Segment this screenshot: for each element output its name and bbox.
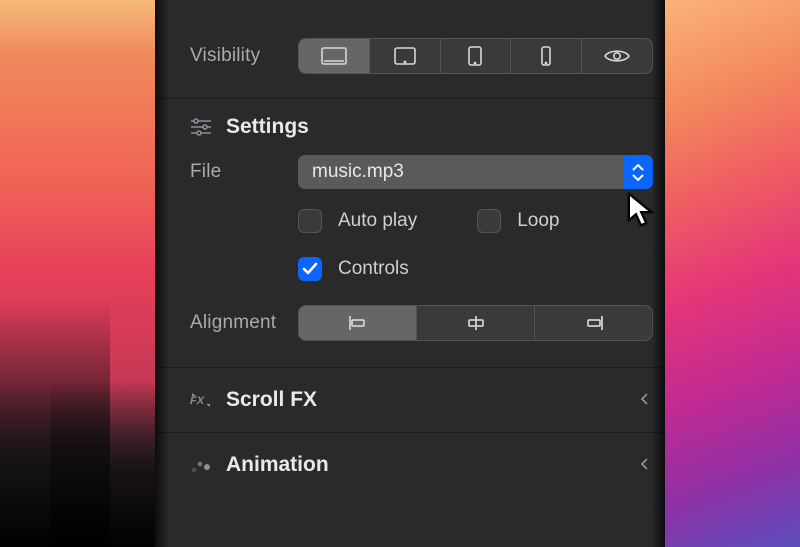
visibility-tablet-landscape[interactable] bbox=[370, 39, 441, 73]
visibility-preview[interactable] bbox=[582, 39, 652, 73]
align-right[interactable] bbox=[535, 306, 652, 340]
file-dropdown[interactable]: music.mp3 bbox=[298, 155, 653, 189]
file-row: File music.mp3 bbox=[155, 151, 665, 189]
tablet-portrait-icon bbox=[466, 46, 484, 66]
autoplay-row: Auto play Loop bbox=[298, 209, 665, 233]
phone-icon bbox=[539, 46, 553, 66]
visibility-phone[interactable] bbox=[511, 39, 582, 73]
visibility-label: Visibility bbox=[190, 45, 298, 67]
loop-label: Loop bbox=[517, 210, 559, 232]
autoplay-checkbox[interactable] bbox=[298, 209, 322, 233]
align-left-icon bbox=[347, 315, 369, 331]
align-left[interactable] bbox=[299, 306, 417, 340]
check-icon bbox=[302, 262, 318, 276]
visibility-tablet-portrait[interactable] bbox=[441, 39, 512, 73]
eye-icon bbox=[604, 48, 630, 64]
controls-label: Controls bbox=[338, 258, 409, 280]
file-label: File bbox=[190, 161, 298, 183]
inspector-panel: Visibility bbox=[155, 0, 665, 547]
scrollfx-section-header[interactable]: FX Scroll FX bbox=[155, 368, 665, 432]
alignment-label: Alignment bbox=[190, 312, 298, 334]
alignment-segment bbox=[298, 305, 653, 341]
playback-options: Auto play Loop Controls bbox=[155, 209, 665, 281]
align-right-icon bbox=[583, 315, 605, 331]
file-dropdown-value: music.mp3 bbox=[298, 161, 623, 183]
autoplay-label: Auto play bbox=[338, 210, 417, 232]
visibility-row: Visibility bbox=[155, 0, 665, 98]
tablet-landscape-icon bbox=[393, 47, 417, 65]
collapse-left-icon[interactable] bbox=[639, 453, 649, 477]
desktop-wallpaper bbox=[665, 0, 800, 547]
animation-section-header[interactable]: Animation bbox=[155, 433, 665, 497]
animation-icon bbox=[190, 454, 212, 476]
settings-title: Settings bbox=[226, 115, 309, 139]
svg-text:FX: FX bbox=[190, 395, 205, 407]
settings-section-header[interactable]: Settings bbox=[155, 99, 665, 151]
scrollfx-title: Scroll FX bbox=[226, 388, 317, 412]
canvas-silhouette bbox=[50, 380, 170, 547]
canvas-background-left bbox=[0, 0, 155, 547]
chevron-up-icon bbox=[632, 164, 644, 172]
chevron-down-icon bbox=[632, 173, 644, 181]
align-center[interactable] bbox=[417, 306, 535, 340]
sliders-icon bbox=[190, 116, 212, 138]
scrollfx-icon: FX bbox=[190, 389, 212, 411]
dropdown-stepper[interactable] bbox=[623, 155, 653, 189]
animation-title: Animation bbox=[226, 453, 329, 477]
align-center-icon bbox=[465, 315, 487, 331]
loop-checkbox[interactable] bbox=[477, 209, 501, 233]
controls-checkbox[interactable] bbox=[298, 257, 322, 281]
collapse-left-icon[interactable] bbox=[639, 388, 649, 412]
desktop-icon bbox=[321, 47, 347, 65]
visibility-desktop[interactable] bbox=[299, 39, 370, 73]
alignment-row: Alignment bbox=[155, 305, 665, 367]
controls-row: Controls bbox=[298, 257, 665, 281]
visibility-segment bbox=[298, 38, 653, 74]
